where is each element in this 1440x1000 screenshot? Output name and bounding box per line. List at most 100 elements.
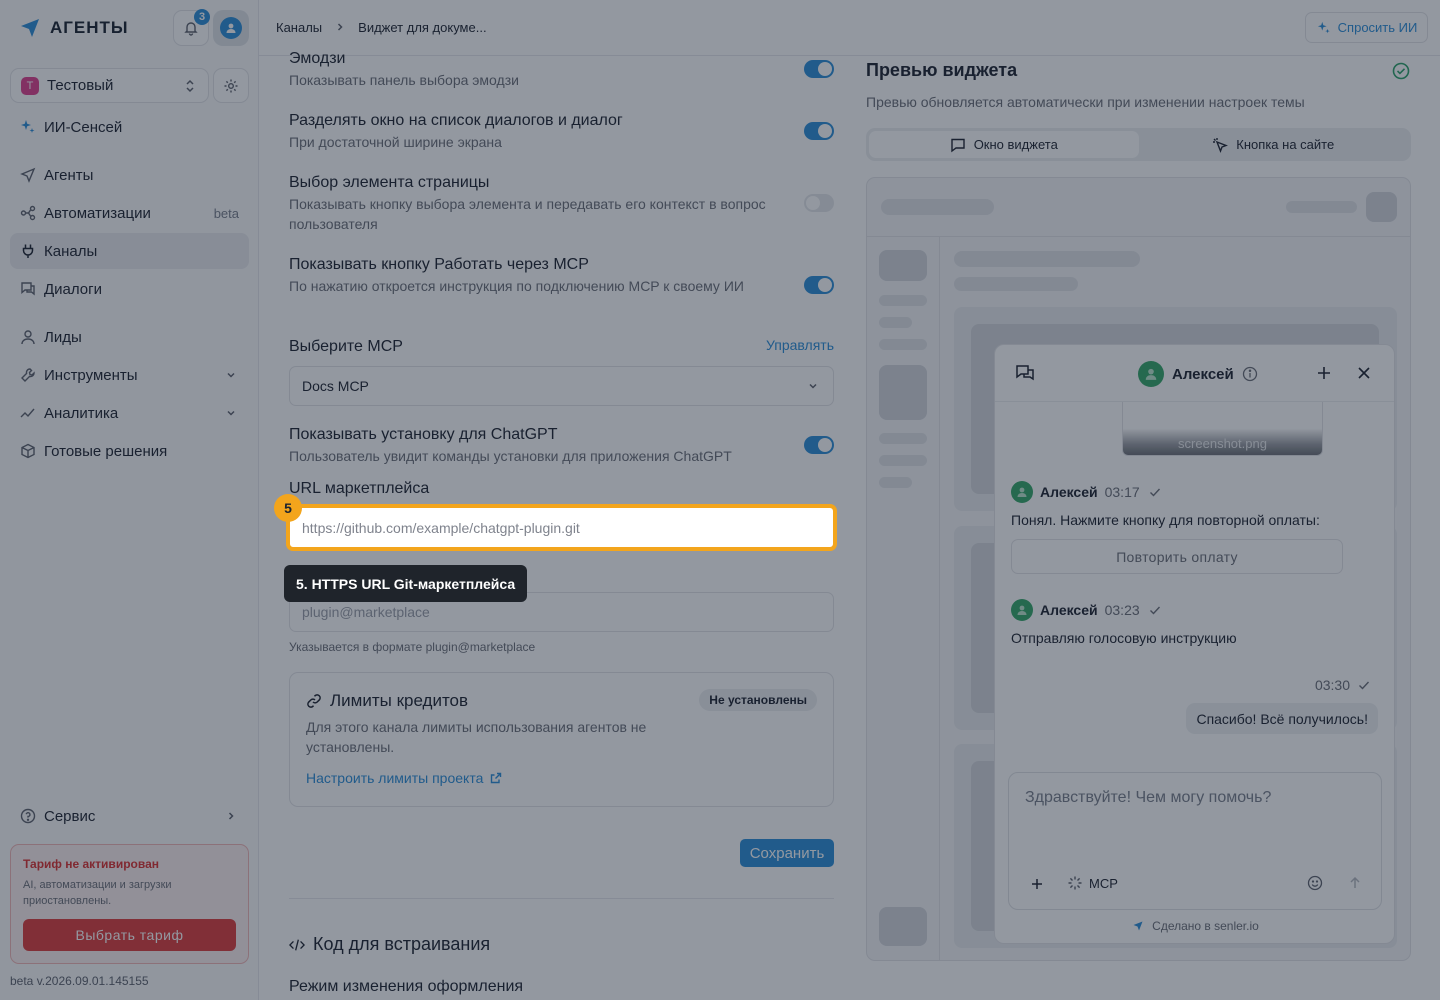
plus-icon[interactable] bbox=[1029, 876, 1045, 892]
logo-icon bbox=[1130, 918, 1146, 934]
sidebar-item-label: Аналитика bbox=[44, 404, 119, 422]
dialogs-icon[interactable] bbox=[1015, 363, 1035, 383]
setting-title: Показывать установку для ChatGPT bbox=[289, 426, 558, 443]
widget-agent: Алексей bbox=[1138, 361, 1258, 387]
retry-payment-button[interactable]: Повторить оплату bbox=[1011, 539, 1343, 574]
marketplace-url-label: URL маркетплейса bbox=[289, 480, 430, 497]
user-avatar-button[interactable] bbox=[213, 10, 249, 46]
mcp-select-label-row: Выберите MCP bbox=[289, 336, 834, 358]
limits-title-row: Лимиты кредитов bbox=[306, 691, 468, 711]
chatgpt-toggle[interactable] bbox=[804, 436, 834, 454]
mcp-chip[interactable]: MCP bbox=[1067, 875, 1118, 891]
made-with-footer[interactable]: Сделано в senler.io bbox=[995, 918, 1394, 934]
ask-ai-button[interactable]: Спросить ИИ bbox=[1305, 12, 1428, 43]
tab-label: Окно виджета bbox=[973, 137, 1058, 152]
code-icon bbox=[289, 937, 305, 953]
sidebar-item-automations[interactable]: Автоматизации beta bbox=[10, 195, 249, 231]
external-link-icon bbox=[488, 770, 504, 786]
widget-header: Алексей bbox=[995, 345, 1394, 402]
sidebar-item-label: Сервис bbox=[44, 807, 96, 825]
embed-code-title: Код для встраивания bbox=[313, 934, 491, 954]
project-select[interactable]: Т Тестовый bbox=[10, 68, 209, 103]
skeleton-block bbox=[879, 455, 927, 466]
sidebar-item-solutions[interactable]: Готовые решения bbox=[10, 433, 249, 469]
send-arrow-icon[interactable] bbox=[1347, 875, 1363, 891]
plug-icon bbox=[20, 243, 36, 259]
link-icon bbox=[306, 693, 322, 709]
limits-status-badge: Не установлены bbox=[699, 689, 817, 711]
tour-step-badge: 5 bbox=[274, 494, 302, 522]
marketplace-url-input[interactable] bbox=[293, 511, 830, 544]
avatar bbox=[220, 17, 242, 39]
configure-limits-label: Настроить лимиты проекта bbox=[306, 770, 484, 786]
chevron-down-icon bbox=[223, 405, 239, 421]
limits-title: Лимиты кредитов bbox=[330, 691, 469, 710]
mcp-label: MCP bbox=[1089, 875, 1118, 891]
emoji-toggle[interactable] bbox=[804, 60, 834, 78]
check-icon bbox=[1147, 484, 1163, 500]
embed-code-heading: Код для встраивания bbox=[289, 934, 490, 955]
chevron-updown-icon bbox=[182, 78, 198, 94]
sidebar: АГЕНТЫ 3 Т Тестовый ИИ-Сенсей Агенты Авт… bbox=[0, 0, 259, 1000]
sidebar-item-analytics[interactable]: Аналитика bbox=[10, 395, 249, 431]
check-icon bbox=[1147, 602, 1163, 618]
tab-site-button[interactable]: Кнопка на сайте bbox=[1139, 131, 1409, 158]
info-icon[interactable] bbox=[1242, 366, 1258, 382]
section-divider bbox=[289, 898, 834, 899]
setting-element-pick: Выбор элемента страницы Показывать кнопк… bbox=[289, 172, 834, 234]
split-toggle[interactable] bbox=[804, 122, 834, 140]
gear-icon bbox=[223, 78, 239, 94]
message-author: Алексей bbox=[1040, 602, 1098, 618]
manage-mcp-link[interactable]: Управлять bbox=[766, 337, 834, 353]
plus-icon[interactable] bbox=[1315, 364, 1333, 382]
tools-icon bbox=[20, 367, 36, 383]
box-icon bbox=[20, 443, 36, 459]
composer-placeholder: Здравствуйте! Чем могу помочь? bbox=[1025, 789, 1272, 806]
sidebar-item-label: Диалоги bbox=[44, 280, 102, 298]
emoji-icon[interactable] bbox=[1307, 875, 1323, 891]
limits-desc: Для этого канала лимиты использования аг… bbox=[306, 719, 647, 755]
project-settings-button[interactable] bbox=[213, 68, 249, 103]
user-message: Спасибо! Всё получилось! bbox=[1186, 703, 1378, 734]
mcp-button-toggle[interactable] bbox=[804, 276, 834, 294]
mcp-select-value: Docs MCP bbox=[302, 378, 369, 394]
sidebar-item-leads[interactable]: Лиды bbox=[10, 319, 249, 355]
image-attachment[interactable]: screenshot.png bbox=[1122, 402, 1323, 456]
setting-title: Разделять окно на список диалогов и диал… bbox=[289, 112, 623, 129]
choose-tariff-button[interactable]: Выбрать тариф bbox=[23, 919, 236, 951]
skeleton-block bbox=[879, 433, 927, 444]
agent-name: Алексей bbox=[1172, 365, 1234, 383]
close-icon[interactable] bbox=[1355, 364, 1373, 382]
message-composer[interactable]: Здравствуйте! Чем могу помочь? MCP bbox=[1008, 772, 1382, 910]
tariff-title: Тариф не активирован bbox=[23, 857, 159, 871]
sidebar-item-label: Лиды bbox=[44, 328, 82, 346]
preview-tabs: Окно виджета Кнопка на сайте bbox=[866, 128, 1411, 161]
sidebar-item-agents[interactable]: Агенты bbox=[10, 157, 249, 193]
message-header: Алексей 03:17 bbox=[1011, 481, 1163, 503]
sidebar-item-tools[interactable]: Инструменты bbox=[10, 357, 249, 393]
automation-icon bbox=[20, 205, 36, 221]
sidebar-item-service[interactable]: Сервис bbox=[10, 798, 249, 834]
sidebar-item-dialogs[interactable]: Диалоги bbox=[10, 271, 249, 307]
agent-avatar bbox=[1138, 361, 1164, 387]
check-circle-icon bbox=[1392, 62, 1410, 80]
skeleton-divider bbox=[939, 236, 940, 960]
credit-limits-card: Лимиты кредитов Не установлены Для этого… bbox=[289, 672, 834, 807]
mcp-select[interactable]: Docs MCP bbox=[289, 366, 834, 406]
save-button[interactable]: Сохранить bbox=[740, 839, 834, 867]
user-message-meta: 03:30 bbox=[1315, 677, 1372, 693]
project-letter: Т bbox=[21, 76, 39, 95]
sidebar-item-ai-sensei[interactable]: ИИ-Сенсей bbox=[10, 109, 249, 145]
tab-widget-window[interactable]: Окно виджета bbox=[869, 131, 1139, 158]
sidebar-item-label: Готовые решения bbox=[44, 442, 168, 460]
breadcrumb-item-current: Виджет для докуме... bbox=[358, 19, 487, 35]
configure-limits-link[interactable]: Настроить лимиты проекта bbox=[306, 770, 504, 786]
sidebar-item-channels[interactable]: Каналы bbox=[10, 233, 249, 269]
setting-desc: Показывать кнопку выбора элемента и пере… bbox=[289, 196, 766, 232]
skeleton-block bbox=[879, 250, 927, 281]
brand-logo[interactable]: АГЕНТЫ bbox=[18, 14, 129, 42]
setting-emoji: Эмодзи Показывать панель выбора эмодзи bbox=[289, 48, 834, 90]
element-pick-toggle[interactable] bbox=[804, 194, 834, 212]
skeleton-block bbox=[879, 907, 927, 946]
breadcrumb-item-channels[interactable]: Каналы bbox=[276, 20, 322, 35]
